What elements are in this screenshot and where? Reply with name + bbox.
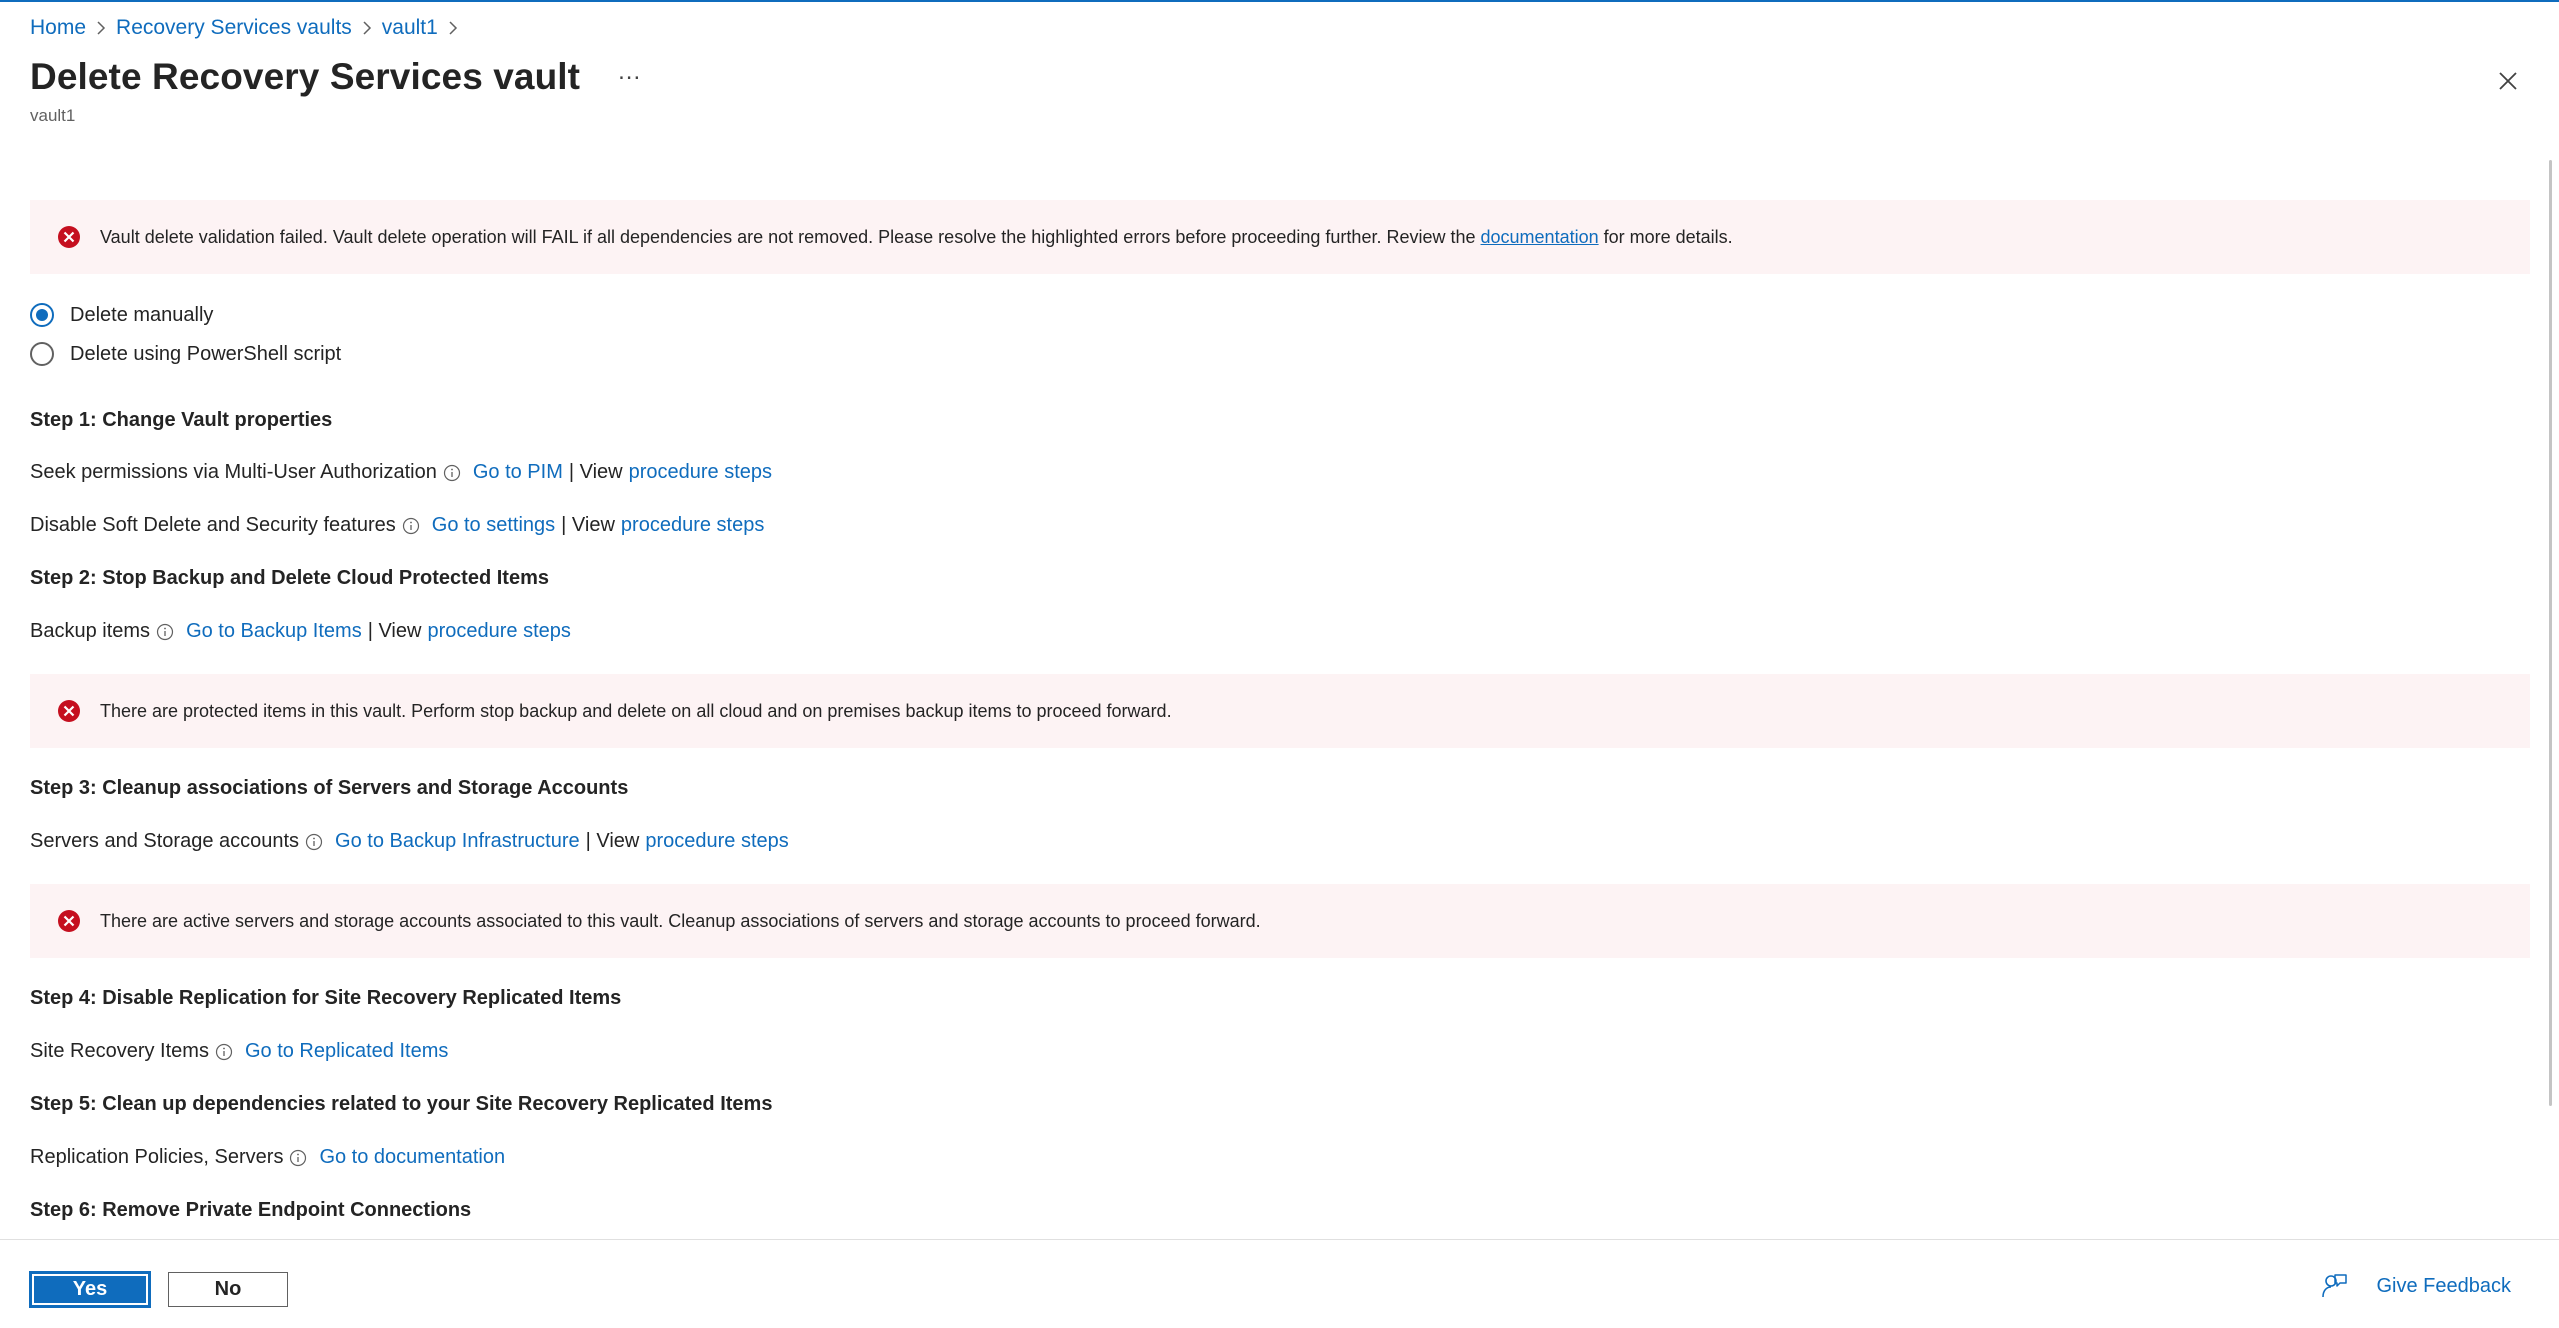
item-label: Site Recovery Items — [30, 1040, 209, 1062]
go-to-backup-infrastructure-link[interactable]: Go to Backup Infrastructure — [335, 830, 580, 853]
close-icon — [2499, 72, 2517, 90]
banner-text-before: Vault delete validation failed. Vault de… — [100, 226, 1476, 247]
error-icon — [58, 226, 80, 248]
radio-label: Delete manually — [70, 303, 214, 326]
info-icon[interactable] — [215, 1043, 233, 1061]
yes-button[interactable]: Yes — [30, 1272, 150, 1307]
breadcrumb: Home Recovery Services vaults vault1 — [30, 16, 468, 40]
step3-row-servers: Servers and Storage accounts Go to Backu… — [30, 830, 795, 853]
scrollbar[interactable] — [2549, 160, 2552, 1106]
go-to-pim-link[interactable]: Go to PIM — [473, 461, 563, 484]
page-subtitle: vault1 — [30, 106, 76, 125]
breadcrumb-home[interactable]: Home — [30, 16, 86, 40]
item-label: Servers and Storage accounts — [30, 830, 300, 852]
step5-row-replication-policies: Replication Policies, Servers Go to docu… — [30, 1146, 511, 1169]
breadcrumb-vault1[interactable]: vault1 — [382, 16, 438, 40]
title-row: Delete Recovery Services vault ... — [30, 56, 641, 98]
info-icon[interactable] — [289, 1149, 307, 1167]
step1-row-mua: Seek permissions via Multi-User Authoriz… — [30, 461, 778, 484]
procedure-steps-link[interactable]: procedure steps — [629, 461, 772, 484]
give-feedback-button[interactable]: Give Feedback — [2320, 1272, 2511, 1300]
go-to-backup-items-link[interactable]: Go to Backup Items — [186, 620, 362, 643]
radio-delete-powershell[interactable]: Delete using PowerShell script — [30, 342, 341, 366]
feedback-icon — [2322, 1274, 2348, 1298]
banner-text: There are protected items in this vault.… — [100, 700, 1172, 721]
step1-heading: Step 1: Change Vault properties — [30, 409, 333, 431]
step1-row-soft-delete: Disable Soft Delete and Security feature… — [30, 514, 770, 537]
step4-heading: Step 4: Disable Replication for Site Rec… — [30, 987, 622, 1009]
step2-heading: Step 2: Stop Backup and Delete Cloud Pro… — [30, 567, 549, 589]
radio-button[interactable] — [30, 342, 54, 366]
protected-items-error-banner: There are protected items in this vault.… — [30, 674, 2530, 748]
separator-text: | View — [367, 620, 422, 642]
step4-row-site-recovery: Site Recovery Items Go to Replicated Ite… — [30, 1040, 454, 1063]
servers-error-banner: There are active servers and storage acc… — [30, 884, 2530, 958]
step6-heading: Step 6: Remove Private Endpoint Connecti… — [30, 1199, 472, 1221]
go-to-settings-link[interactable]: Go to settings — [432, 514, 555, 537]
radio-label: Delete using PowerShell script — [70, 342, 342, 365]
banner-text-after: for more details. — [1603, 226, 1733, 247]
breadcrumb-recovery-services-vaults[interactable]: Recovery Services vaults — [116, 16, 352, 40]
chevron-right-icon — [352, 17, 382, 40]
give-feedback-label: Give Feedback — [2376, 1274, 2511, 1297]
validation-error-banner: Vault delete validation failed. Vault de… — [30, 200, 2530, 274]
info-icon[interactable] — [156, 623, 174, 641]
procedure-steps-link[interactable]: procedure steps — [621, 514, 764, 537]
error-icon — [58, 910, 80, 932]
chevron-right-icon — [438, 17, 468, 40]
item-label: Seek permissions via Multi-User Authoriz… — [30, 461, 437, 483]
separator-text: | View — [585, 830, 640, 852]
item-label: Replication Policies, Servers — [30, 1146, 284, 1168]
go-to-documentation-link[interactable]: Go to documentation — [319, 1146, 505, 1169]
documentation-link[interactable]: documentation — [1481, 227, 1599, 247]
info-icon[interactable] — [402, 517, 420, 535]
item-label: Disable Soft Delete and Security feature… — [30, 514, 396, 536]
info-icon[interactable] — [443, 464, 461, 482]
procedure-steps-link[interactable]: procedure steps — [427, 620, 570, 643]
radio-button-checked[interactable] — [30, 303, 54, 327]
no-button[interactable]: No — [168, 1272, 288, 1307]
separator-text: | View — [568, 461, 623, 483]
footer: Yes No Give Feedback — [0, 1239, 2559, 1328]
separator-text: | View — [561, 514, 615, 536]
step2-row-backup-items: Backup items Go to Backup Items | View p… — [30, 620, 577, 643]
banner-text: There are active servers and storage acc… — [100, 910, 1261, 931]
banner-text: Vault delete validation failed. Vault de… — [100, 227, 1733, 248]
procedure-steps-link[interactable]: procedure steps — [645, 830, 788, 853]
item-label: Backup items — [30, 620, 151, 642]
more-options-button[interactable]: ... — [618, 60, 641, 94]
close-button[interactable] — [2493, 66, 2523, 96]
go-to-replicated-items-link[interactable]: Go to Replicated Items — [245, 1040, 448, 1063]
chevron-right-icon — [86, 17, 116, 40]
step3-heading: Step 3: Cleanup associations of Servers … — [30, 777, 629, 799]
step5-heading: Step 5: Clean up dependencies related to… — [30, 1093, 773, 1115]
radio-delete-manually[interactable]: Delete manually — [30, 303, 213, 327]
page-title: Delete Recovery Services vault — [30, 56, 581, 97]
info-icon[interactable] — [305, 833, 323, 851]
error-icon — [58, 700, 80, 722]
